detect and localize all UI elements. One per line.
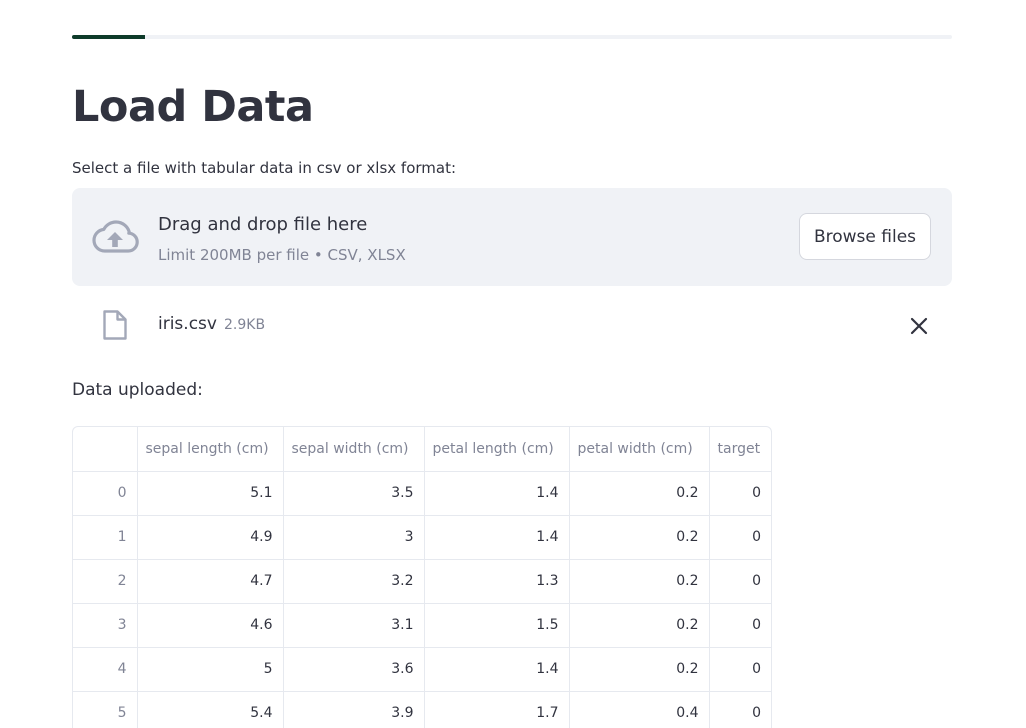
file-dropzone[interactable]: Drag and drop file here Limit 200MB per … [72,188,952,286]
table-cell[interactable]: 0.2 [569,515,710,560]
uploaded-file-name: iris.csv [158,314,217,334]
file-uploader-label: Select a file with tabular data in csv o… [72,159,457,177]
dataframe-table[interactable]: sepal length (cm) sepal width (cm) petal… [72,426,772,728]
progress-bar [72,35,952,39]
column-header-petal-length[interactable]: petal length (cm) [424,427,570,472]
table-cell[interactable]: 1.4 [424,647,570,692]
table-cell[interactable]: 0.2 [569,647,710,692]
table-cell[interactable]: 3 [283,515,425,560]
table-row: 4 5 3.6 1.4 0.2 0 [73,647,771,692]
table-cell[interactable]: 3.1 [283,603,425,648]
table-cell[interactable]: 5 [137,647,284,692]
table-cell[interactable]: 0.2 [569,603,710,648]
table-cell[interactable]: 1.3 [424,559,570,604]
data-uploaded-label: Data uploaded: [72,380,203,400]
table-row: 3 4.6 3.1 1.5 0.2 0 [73,603,771,648]
column-header-sepal-width[interactable]: sepal width (cm) [283,427,425,472]
row-index-cell[interactable]: 3 [73,603,138,648]
data-table: sepal length (cm) sepal width (cm) petal… [73,427,771,728]
cloud-upload-icon [92,220,139,253]
table-cell[interactable]: 5.4 [137,691,284,728]
column-header-target[interactable]: target [709,427,771,472]
table-cell[interactable]: 1.4 [424,515,570,560]
dropzone-limit-text: Limit 200MB per file • CSV, XLSX [158,246,406,264]
table-row: 2 4.7 3.2 1.3 0.2 0 [73,559,771,604]
uploaded-file-size: 2.9KB [224,317,266,333]
table-cell[interactable]: 0 [709,691,771,728]
table-cell[interactable]: 0 [709,647,771,692]
table-cell[interactable]: 0.2 [569,471,710,516]
table-row: 0 5.1 3.5 1.4 0.2 0 [73,471,771,516]
table-cell[interactable]: 0.2 [569,559,710,604]
table-cell[interactable]: 0.4 [569,691,710,728]
table-cell[interactable]: 4.7 [137,559,284,604]
table-cell[interactable]: 0 [709,471,771,516]
table-header-row: sepal length (cm) sepal width (cm) petal… [73,427,771,472]
close-icon[interactable] [908,315,930,337]
uploaded-file-row: iris.csv 2.9KB [72,300,952,350]
file-icon [103,310,127,340]
column-header-petal-width[interactable]: petal width (cm) [569,427,710,472]
table-row: 5 5.4 3.9 1.7 0.4 0 [73,691,771,728]
page-title: Load Data [72,82,314,132]
table-cell[interactable]: 3.5 [283,471,425,516]
table-cell[interactable]: 3.6 [283,647,425,692]
app-page: Load Data Select a file with tabular dat… [0,0,1026,728]
table-cell[interactable]: 1.4 [424,471,570,516]
table-cell[interactable]: 0 [709,603,771,648]
row-index-cell[interactable]: 0 [73,471,138,516]
table-cell[interactable]: 4.6 [137,603,284,648]
column-header-sepal-length[interactable]: sepal length (cm) [137,427,284,472]
row-index-cell[interactable]: 5 [73,691,138,728]
row-index-cell[interactable]: 1 [73,515,138,560]
column-header-index[interactable] [73,427,138,472]
dropzone-instructions: Drag and drop file here [158,214,368,235]
table-cell[interactable]: 3.2 [283,559,425,604]
row-index-cell[interactable]: 4 [73,647,138,692]
row-index-cell[interactable]: 2 [73,559,138,604]
table-cell[interactable]: 3.9 [283,691,425,728]
table-cell[interactable]: 1.7 [424,691,570,728]
table-cell[interactable]: 0 [709,515,771,560]
browse-files-button[interactable]: Browse files [799,213,931,260]
table-cell[interactable]: 1.5 [424,603,570,648]
progress-fill [72,35,146,39]
table-row: 1 4.9 3 1.4 0.2 0 [73,515,771,560]
table-cell[interactable]: 4.9 [137,515,284,560]
table-cell[interactable]: 5.1 [137,471,284,516]
table-cell[interactable]: 0 [709,559,771,604]
